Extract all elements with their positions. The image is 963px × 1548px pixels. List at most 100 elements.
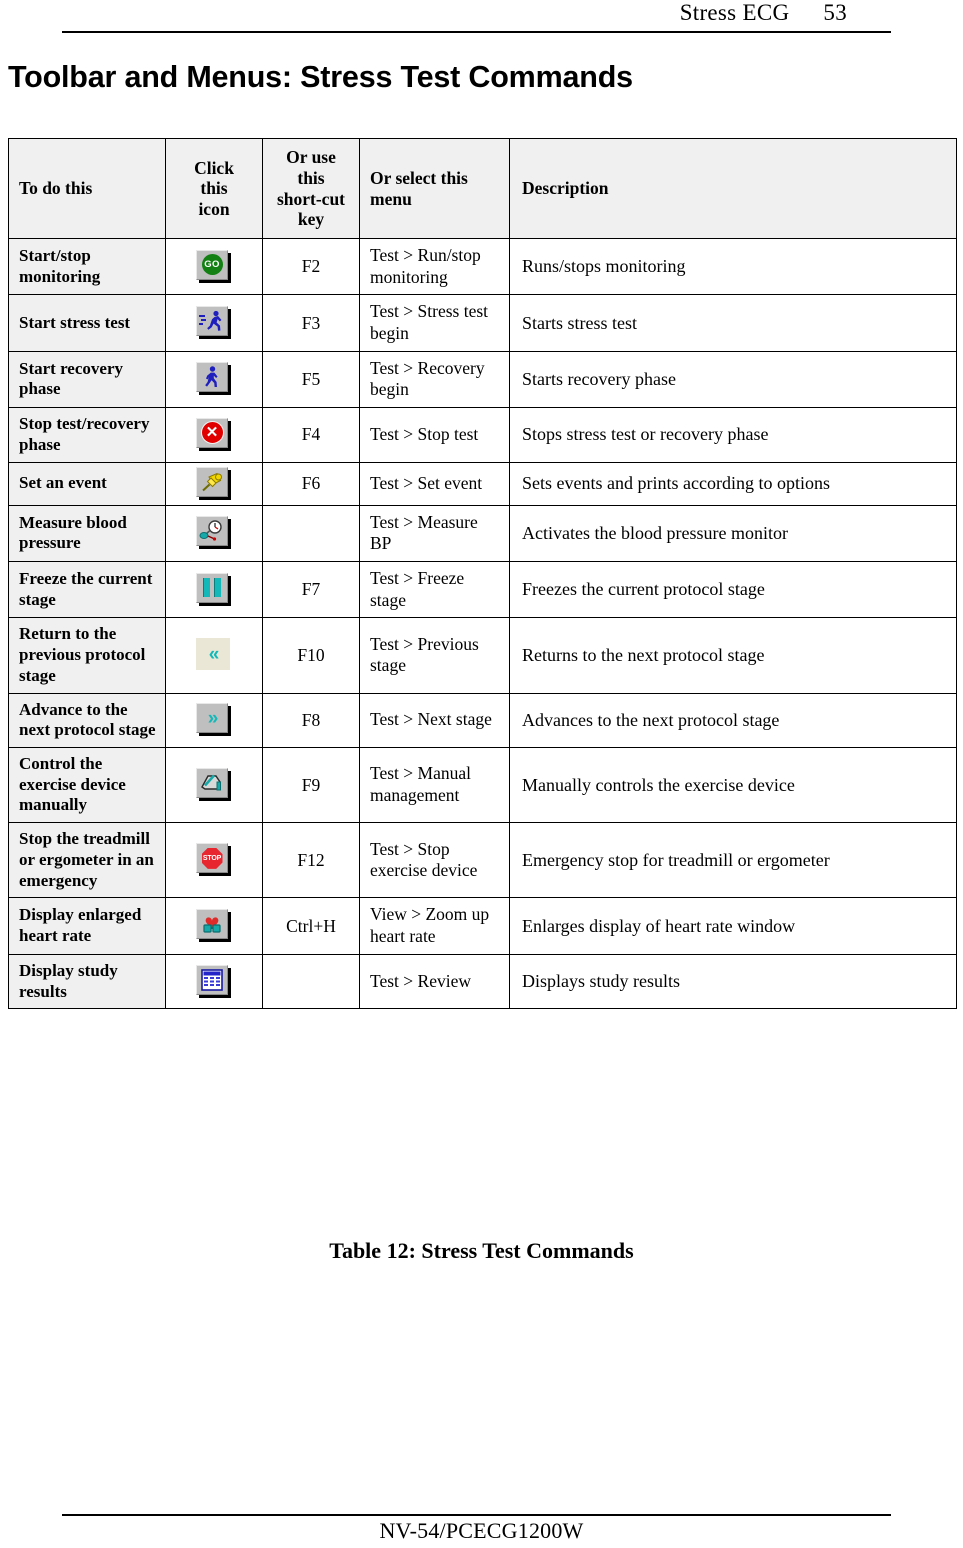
cell-description: Activates the blood pressure monitor bbox=[509, 504, 957, 562]
cell-to-do: Advance to the next protocol stage bbox=[8, 692, 166, 749]
heart-zoom-glyph bbox=[203, 917, 221, 933]
pushpin-glyph bbox=[202, 472, 222, 491]
cell-to-do: Return to the previous protocol stage bbox=[8, 617, 166, 694]
page-number: 53 bbox=[823, 0, 847, 25]
column-header-shortcut-key: Or use this short-cut key bbox=[262, 138, 360, 239]
table-row: Start recovery phase F5 Test > Recovery … bbox=[8, 350, 957, 409]
cell-description: Enlarges display of heart rate window bbox=[509, 897, 957, 955]
table-body: Start/stop monitoring GO F2 Test > Run/s… bbox=[8, 237, 957, 1010]
manual-control-hand-icon[interactable] bbox=[196, 768, 232, 802]
pause-icon[interactable] bbox=[196, 572, 232, 607]
table-header: To do this Click this icon Or use this s… bbox=[8, 138, 957, 239]
study-results-grid-icon[interactable] bbox=[196, 964, 232, 999]
cell-menu-path: Test > Review bbox=[359, 953, 510, 1010]
cell-description: Returns to the next protocol stage bbox=[509, 617, 957, 694]
running-person-icon[interactable] bbox=[196, 306, 232, 340]
table-row: Stop test/recovery phase ✕ F4 Test > Sto… bbox=[8, 407, 957, 463]
cell-to-do: Display enlarged heart rate bbox=[8, 897, 166, 955]
double-chevron-right-glyph: » bbox=[207, 707, 218, 729]
blood-pressure-gauge-icon[interactable] bbox=[196, 516, 232, 550]
running-header: Stress ECG 53 bbox=[62, 0, 891, 40]
pushpin-icon[interactable] bbox=[196, 466, 232, 501]
column-header-click-this-icon: Click this icon bbox=[165, 138, 263, 239]
column-header-key-line1: Or use bbox=[286, 147, 336, 168]
stop-sign-label: STOP bbox=[201, 847, 223, 869]
cell-menu-path: Test > Previous stage bbox=[359, 617, 510, 694]
cell-description: Manually controls the exercise device bbox=[509, 747, 957, 824]
table-row: Control the exercise device manually F9 … bbox=[8, 747, 957, 824]
red-x-stop-icon-label: ✕ bbox=[200, 421, 224, 445]
cell-description: Emergency stop for treadmill or ergomete… bbox=[509, 822, 957, 899]
cell-menu-path: Test > Stop test bbox=[359, 407, 510, 463]
cell-menu-path: Test > Run/stop monitoring bbox=[359, 237, 510, 296]
cell-icon bbox=[165, 504, 263, 562]
running-person-glyph bbox=[199, 310, 222, 331]
cell-description: Sets events and prints according to opti… bbox=[509, 461, 957, 506]
cell-description: Stops stress test or recovery phase bbox=[509, 407, 957, 463]
cell-menu-path: Test > Stop exercise device bbox=[359, 822, 510, 899]
cell-menu-path: View > Zoom up heart rate bbox=[359, 897, 510, 955]
red-x-stop-icon[interactable]: ✕ bbox=[196, 417, 232, 452]
table-caption: Table 12: Stress Test Commands bbox=[329, 1238, 634, 1263]
study-results-grid-glyph bbox=[201, 968, 223, 991]
cell-shortcut-key: F6 bbox=[262, 461, 360, 506]
cell-to-do: Freeze the current stage bbox=[8, 560, 166, 619]
cell-shortcut-key: F5 bbox=[262, 350, 360, 409]
column-header-key-line2: this bbox=[297, 167, 325, 188]
blood-pressure-gauge-glyph bbox=[199, 520, 222, 541]
table-header-row: To do this Click this icon Or use this s… bbox=[8, 138, 957, 239]
table-row: Advance to the next protocol stage » F8 … bbox=[8, 692, 957, 749]
cell-shortcut-key: F12 bbox=[262, 822, 360, 899]
stop-sign-icon[interactable]: STOP bbox=[196, 843, 232, 877]
manual-control-hand-glyph bbox=[201, 774, 221, 791]
cell-menu-path: Test > Stress test begin bbox=[359, 294, 510, 352]
document-page: Stress ECG 53 Toolbar and Menus: Stress … bbox=[0, 0, 963, 1548]
cell-shortcut-key: F2 bbox=[262, 237, 360, 296]
table-row: Set an event F6 Test > Set event Sets ev… bbox=[8, 461, 957, 506]
double-chevron-left-icon[interactable]: « bbox=[196, 638, 232, 672]
cell-icon bbox=[165, 897, 263, 955]
cell-to-do: Measure blood pressure bbox=[8, 504, 166, 562]
cell-shortcut-key bbox=[262, 504, 360, 562]
cell-to-do: Stop the treadmill or ergometer in an em… bbox=[8, 822, 166, 899]
cell-to-do: Start recovery phase bbox=[8, 350, 166, 409]
table-row: Display enlarged heart rate Ctrl+H View … bbox=[8, 897, 957, 955]
cell-menu-path: Test > Freeze stage bbox=[359, 560, 510, 619]
cell-shortcut-key bbox=[262, 953, 360, 1010]
cell-description: Advances to the next protocol stage bbox=[509, 692, 957, 749]
go-icon[interactable]: GO bbox=[196, 249, 232, 284]
cell-to-do: Control the exercise device manually bbox=[8, 747, 166, 824]
column-header-description: Description bbox=[509, 138, 957, 239]
cell-icon: ✕ bbox=[165, 407, 263, 463]
cell-icon: GO bbox=[165, 237, 263, 296]
cell-icon bbox=[165, 350, 263, 409]
cell-to-do: Display study results bbox=[8, 953, 166, 1010]
footer-document-code: NV-54/PCECG1200W bbox=[379, 1518, 584, 1543]
cell-icon: « bbox=[165, 617, 263, 694]
cell-menu-path: Test > Set event bbox=[359, 461, 510, 506]
column-header-to-do-this: To do this bbox=[8, 138, 166, 239]
table-row: Display study results Test > Review Disp… bbox=[8, 953, 957, 1010]
table-row: Freeze the current stage F7 Test > Freez… bbox=[8, 560, 957, 619]
table-row: Start/stop monitoring GO F2 Test > Run/s… bbox=[8, 237, 957, 296]
heart-zoom-icon[interactable] bbox=[196, 909, 232, 943]
cell-menu-path: Test > Recovery begin bbox=[359, 350, 510, 409]
cell-to-do: Stop test/recovery phase bbox=[8, 407, 166, 463]
cell-icon bbox=[165, 953, 263, 1010]
cell-menu-path: Test > Manual management bbox=[359, 747, 510, 824]
double-chevron-right-icon[interactable]: » bbox=[196, 703, 232, 737]
pause-bars-glyph bbox=[203, 578, 221, 598]
cell-shortcut-key: Ctrl+H bbox=[262, 897, 360, 955]
column-header-icon-line2: this bbox=[200, 178, 228, 199]
header-rule bbox=[62, 31, 891, 33]
cell-menu-path: Test > Measure BP bbox=[359, 504, 510, 562]
table-row: Measure blood pressure Test > Measure BP… bbox=[8, 504, 957, 562]
cell-menu-path: Test > Next stage bbox=[359, 692, 510, 749]
cell-shortcut-key: F7 bbox=[262, 560, 360, 619]
cell-icon bbox=[165, 560, 263, 619]
cell-icon bbox=[165, 461, 263, 506]
cell-icon bbox=[165, 747, 263, 824]
walking-person-icon[interactable] bbox=[196, 362, 232, 396]
cell-to-do: Set an event bbox=[8, 461, 166, 506]
cell-shortcut-key: F4 bbox=[262, 407, 360, 463]
